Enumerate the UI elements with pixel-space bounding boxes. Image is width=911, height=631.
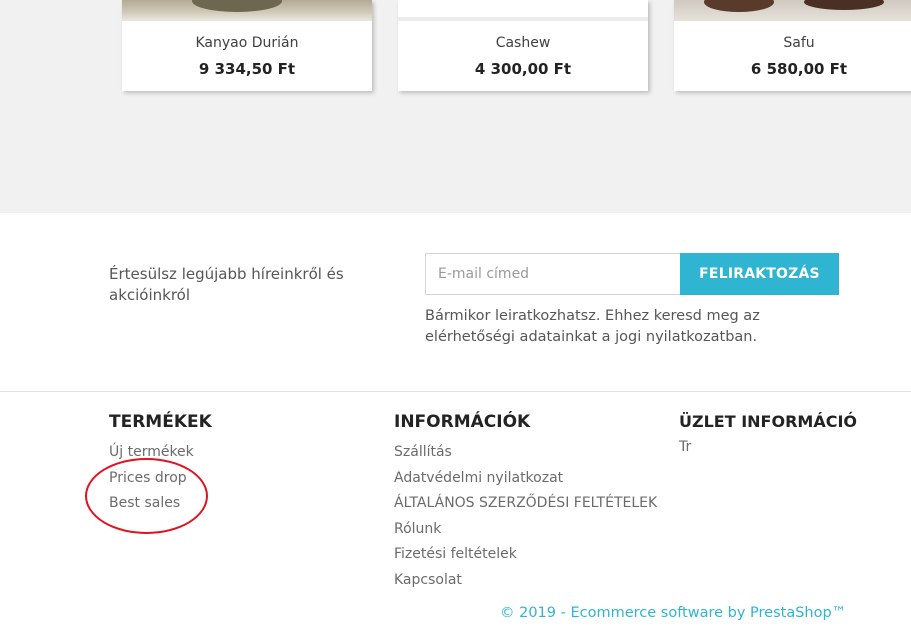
footer-info-title: INFORMÁCIÓK (394, 412, 531, 432)
footer-link-shipping-label[interactable]: Szállítás (394, 444, 452, 460)
footer-store-title: ÜZLET INFORMÁCIÓ (679, 412, 857, 431)
footer-link-about-label[interactable]: Rólunk (394, 521, 441, 537)
footer-products-column: TERMÉKEK Új termékek Prices drop Best sa… (109, 412, 212, 517)
product-price: 6 580,00 Ft (750, 60, 848, 78)
product-name[interactable]: Kanyao Durián (122, 35, 372, 51)
footer-link-privacy[interactable]: Adatvédelmi nyilatkozat (394, 466, 657, 492)
footer-link-payment-label[interactable]: Fizetési feltételek (394, 546, 517, 562)
newsletter-note: Bármikor leiratkozhatsz. Ehhez keresd me… (425, 308, 760, 345)
footer-link-prices-drop[interactable]: Prices drop (109, 466, 212, 492)
footer-link-best-sales[interactable]: Best sales (109, 491, 212, 517)
footer-link-terms-label[interactable]: ÁLTALÁNOS SZERZŐDÉSI FELTÉTELEK (394, 495, 657, 511)
product-name[interactable]: Safu (674, 35, 911, 51)
footer-link-terms[interactable]: ÁLTALÁNOS SZERZŐDÉSI FELTÉTELEK (394, 491, 657, 517)
footer-link-about[interactable]: Rólunk (394, 517, 657, 543)
footer: TERMÉKEK Új termékek Prices drop Best sa… (0, 391, 911, 631)
product-image[interactable] (674, 0, 911, 21)
product-price: 4 300,00 Ft (474, 60, 572, 78)
products-section: Kanyao Durián 9 334,50 Ft Cashew 4 300,0… (0, 0, 911, 213)
product-card[interactable]: Kanyao Durián 9 334,50 Ft (122, 0, 372, 91)
email-input[interactable] (425, 253, 681, 295)
product-image[interactable] (398, 0, 648, 21)
footer-link-prices-drop-label[interactable]: Prices drop (109, 470, 187, 486)
footer-link-new-products[interactable]: Új termékek (109, 440, 212, 466)
product-name[interactable]: Cashew (398, 35, 648, 51)
footer-link-contact-label[interactable]: Kapcsolat (394, 572, 462, 588)
store-info-text: Tr (679, 439, 692, 455)
newsletter-section: Értesülsz legújabb híreinkről és akcióin… (0, 213, 911, 391)
footer-store-column: ÜZLET INFORMÁCIÓ Tr (679, 412, 857, 455)
product-price: 9 334,50 Ft (198, 60, 296, 78)
product-image[interactable] (122, 0, 372, 21)
newsletter-text: Értesülsz legújabb híreinkről és akcióin… (109, 265, 344, 304)
footer-link-contact[interactable]: Kapcsolat (394, 568, 657, 594)
subscribe-button[interactable]: FELIRAKTOZÁS (680, 253, 839, 295)
copyright-link[interactable]: © 2019 - Ecommerce software by PrestaSho… (500, 605, 846, 621)
footer-link-best-sales-label[interactable]: Best sales (109, 495, 180, 511)
footer-info-column: INFORMÁCIÓK Szállítás Adatvédelmi nyilat… (394, 412, 657, 593)
product-card[interactable]: Safu 6 580,00 Ft (674, 0, 911, 91)
footer-products-title: TERMÉKEK (109, 412, 212, 432)
product-card[interactable]: Cashew 4 300,00 Ft (398, 0, 648, 91)
footer-link-shipping[interactable]: Szállítás (394, 440, 657, 466)
footer-link-privacy-label[interactable]: Adatvédelmi nyilatkozat (394, 470, 563, 486)
footer-link-payment[interactable]: Fizetési feltételek (394, 542, 657, 568)
footer-link-new-products-label[interactable]: Új termékek (109, 444, 194, 460)
